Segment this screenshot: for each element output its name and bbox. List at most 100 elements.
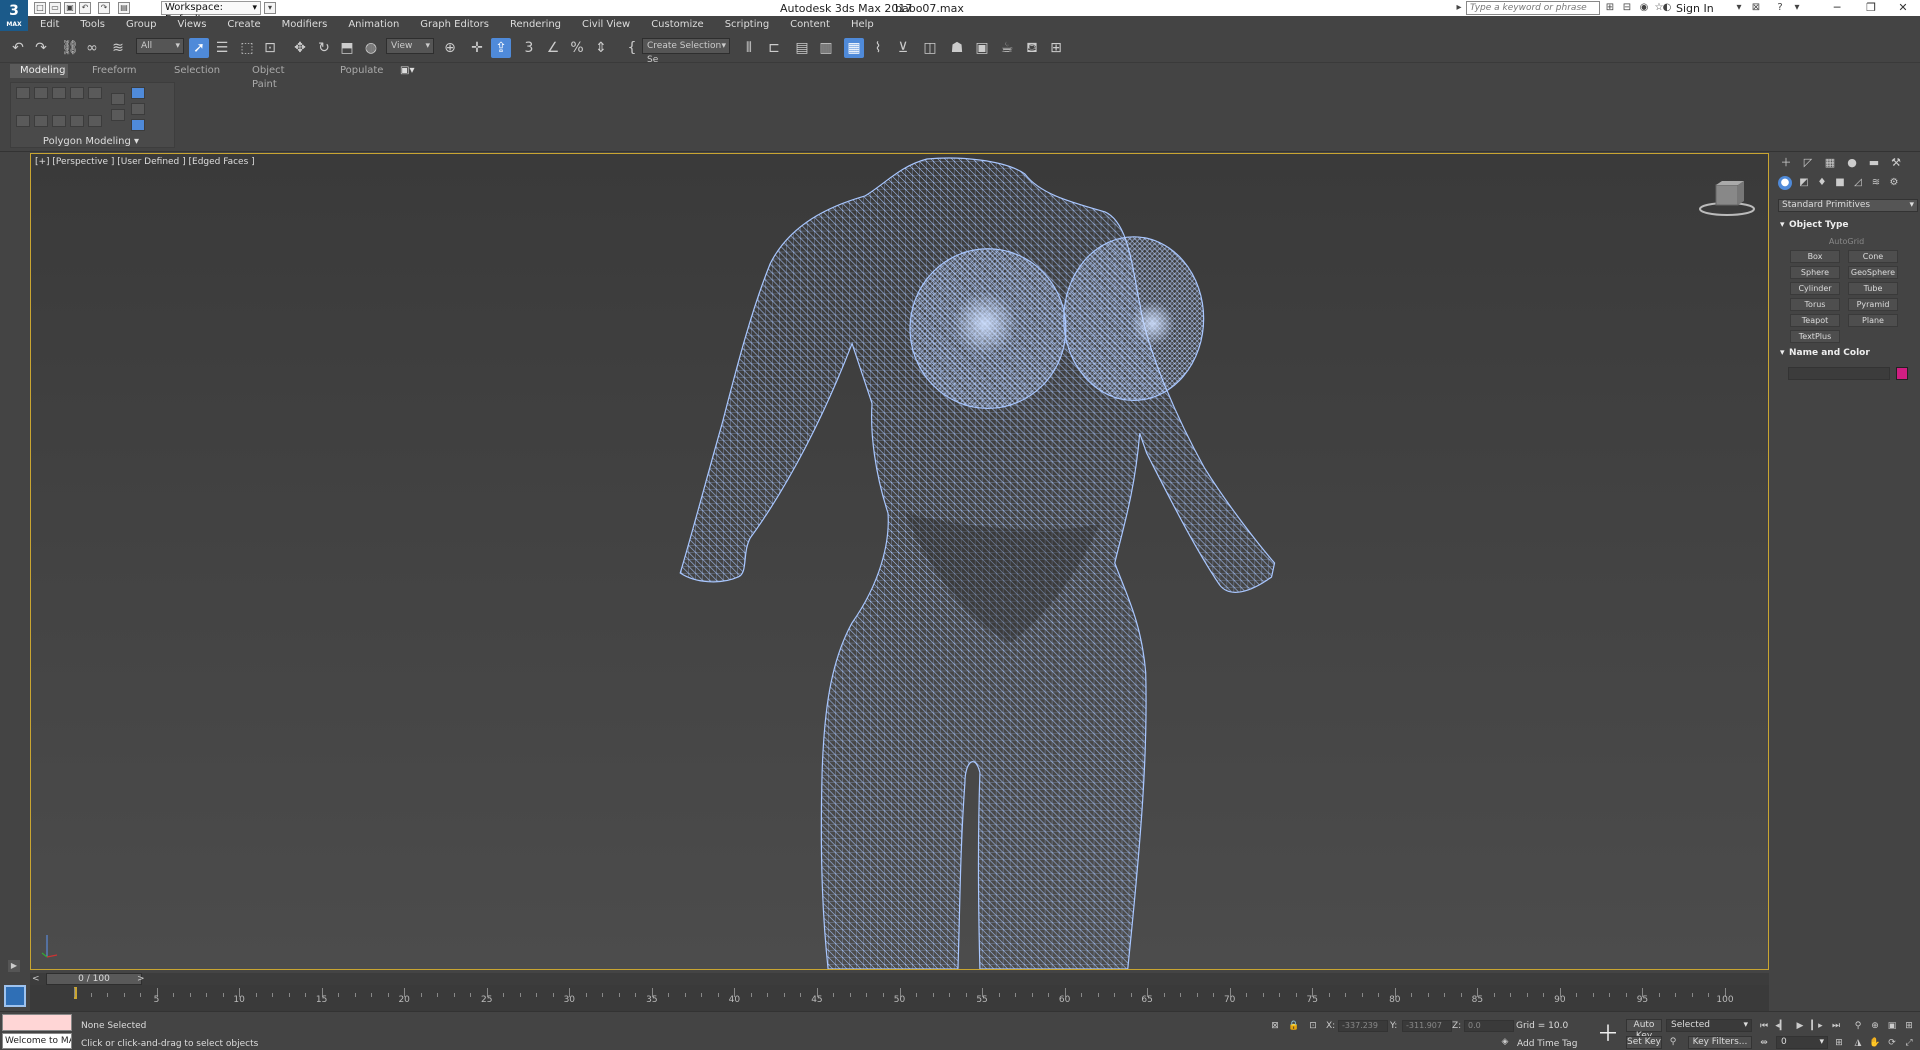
key-mode-icon[interactable]: ⇹ [1757,1036,1771,1050]
polygon-icon[interactable] [70,87,84,99]
spinner-snap-icon[interactable]: ⇕ [591,38,611,58]
time-slider-prev[interactable]: < [32,974,40,984]
object-category-dropdown[interactable]: Standard Primitives [1778,199,1918,212]
menu-group[interactable]: Group [114,16,165,33]
maxscript-mini-listener[interactable]: Welcome to MA [2,1033,72,1049]
menu-modifiers[interactable]: Modifiers [270,16,337,33]
cylinder-button[interactable]: Cylinder [1790,282,1840,295]
redo-icon[interactable]: ↷ [98,2,110,14]
toggle-command-mode-icon[interactable] [111,93,125,105]
tab-object-paint[interactable]: Object Paint [242,64,295,90]
object-color-swatch[interactable] [1896,367,1908,380]
search-input[interactable]: Type a keyword or phrase [1466,1,1600,15]
rectangular-selection-icon[interactable]: ⬚ [237,38,257,58]
ignore-backfacing-icon[interactable] [111,109,125,121]
infocenter-expand-icon[interactable]: ▸ [1452,1,1466,15]
polygon-modeling-dropdown[interactable]: Polygon Modeling ▾ [11,136,171,147]
field-of-view-icon[interactable]: ◮ [1851,1036,1865,1050]
teapot-button[interactable]: Teapot [1790,314,1840,327]
go-to-end-icon[interactable]: ⏭ [1829,1019,1843,1033]
help-dropdown-icon[interactable]: ▾ [1790,1,1804,15]
current-frame-field[interactable]: 0 [1776,1036,1828,1049]
minimize-button[interactable]: ─ [1820,0,1854,16]
tab-modeling[interactable]: Modeling [10,64,68,78]
render-production-icon[interactable]: ☕ [997,38,1017,58]
bind-space-warp-icon[interactable]: ≋ [108,38,128,58]
restore-button[interactable]: ❐ [1854,0,1888,16]
project-folder-icon[interactable]: ▤ [118,2,130,14]
isolate-selection-icon[interactable]: ⊠ [1268,1019,1282,1033]
collapse-stack-icon[interactable] [131,103,145,115]
undo-icon[interactable]: ↶ [8,38,28,58]
exchange-apps-icon[interactable]: ⊠ [1749,1,1763,15]
orbit-icon[interactable]: ⟳ [1885,1036,1899,1050]
menu-civil-view[interactable]: Civil View [570,16,639,33]
time-slider-handle[interactable]: 0 / 100 [46,973,142,985]
move-icon[interactable]: ✥ [290,38,310,58]
previous-frame-icon[interactable]: ◂▎ [1774,1019,1788,1033]
angle-snap-icon[interactable]: ∠ [543,38,563,58]
modify-mode-icon[interactable] [16,115,30,127]
a360-render-icon[interactable]: ⊞ [1046,38,1066,58]
set-key-button[interactable]: Set Key [1626,1036,1662,1049]
rendered-frame-window-icon[interactable]: ▣ [972,38,992,58]
next-modifier-icon[interactable] [52,115,66,127]
search-binoculars-icon[interactable]: ⊞ [1603,1,1617,15]
utilities-tab-icon[interactable]: ⚒ [1887,155,1905,171]
vertex-icon[interactable] [16,87,30,99]
render-setup-icon[interactable]: ☗ [947,38,967,58]
ribbon-options-icon[interactable]: ▣▾ [390,64,424,78]
menu-create[interactable]: Create [215,16,269,33]
menu-graph-editors[interactable]: Graph Editors [408,16,498,33]
shapes-icon[interactable]: ◩ [1796,176,1812,190]
tube-button[interactable]: Tube [1848,282,1898,295]
window-crossing-icon[interactable]: ⊡ [260,38,280,58]
selection-set-dropdown[interactable]: Selected [1666,1019,1752,1032]
help-icon[interactable]: ? [1773,1,1787,15]
place-icon[interactable]: ◍ [361,38,381,58]
time-slider[interactable]: < 0 / 100 > [30,973,1769,985]
maxscript-listener-output[interactable] [2,1014,72,1031]
scale-icon[interactable]: ⬒ [337,38,357,58]
tab-freeform[interactable]: Freeform [82,64,147,78]
keyboard-shortcut-override-icon[interactable]: ⇪ [491,38,511,58]
menu-tools[interactable]: Tools [68,16,114,33]
rotate-icon[interactable]: ↻ [314,38,334,58]
workspace-dropdown[interactable]: Workspace: Default [161,1,261,25]
viewport-layout-expand-icon[interactable]: ▶ [8,960,20,972]
key-filters-icon[interactable]: ⚲ [1666,1035,1680,1049]
absolute-mode-icon[interactable]: ⊡ [1306,1019,1320,1033]
snaps-toggle-icon[interactable]: 3 [519,38,539,58]
menu-help[interactable]: Help [839,16,883,33]
motion-tab-icon[interactable]: ● [1843,155,1861,171]
object-name-field[interactable] [1788,367,1890,380]
tab-selection[interactable]: Selection [164,64,230,78]
edit-named-selection-icon[interactable]: { [622,38,642,58]
select-object-icon[interactable]: ➚ [189,38,209,58]
track-bar[interactable]: 5 10 15 20 25 30 35 40 45 50 55 60 65 70 75 80 85 90 95 100 [30,985,1769,1011]
mirror-icon[interactable]: ⫴ [739,38,759,58]
scene-explorer-icon[interactable]: ▤ [792,38,812,58]
time-configuration-icon[interactable]: ⊞ [1832,1036,1846,1050]
pyramid-button[interactable]: Pyramid [1848,298,1898,311]
repeat-last-icon[interactable] [88,115,102,127]
textplus-button[interactable]: TextPlus [1790,330,1840,343]
zoom-extents-icon[interactable]: ▣ [1885,1019,1899,1033]
object-type-rollout[interactable]: Object Type [1777,219,1918,232]
curve-editor-icon[interactable]: ⌇ [868,38,888,58]
menu-scripting[interactable]: Scripting [713,16,778,33]
hierarchy-tab-icon[interactable]: ▦ [1821,155,1839,171]
z-coordinate-field[interactable]: 0.0 [1464,1020,1514,1032]
maximize-viewport-icon[interactable]: ⤢ [1902,1036,1916,1050]
quick-access-menu-icon[interactable]: ▾ [264,2,276,14]
y-coordinate-field[interactable]: -311.907 [1402,1020,1452,1032]
new-scene-icon[interactable]: □ [34,2,46,14]
material-editor-icon[interactable]: ◫ [920,38,940,58]
time-tag-icon[interactable]: ◈ [1498,1035,1512,1049]
viewcube[interactable] [1696,179,1758,217]
user-icon[interactable]: ◐ [1660,1,1674,15]
autogrid-checkbox[interactable]: AutoGrid [1773,237,1920,246]
sign-in-button[interactable]: Sign In [1676,2,1714,15]
menu-rendering[interactable]: Rendering [498,16,570,33]
next-frame-icon[interactable]: ▎▸ [1810,1019,1824,1033]
